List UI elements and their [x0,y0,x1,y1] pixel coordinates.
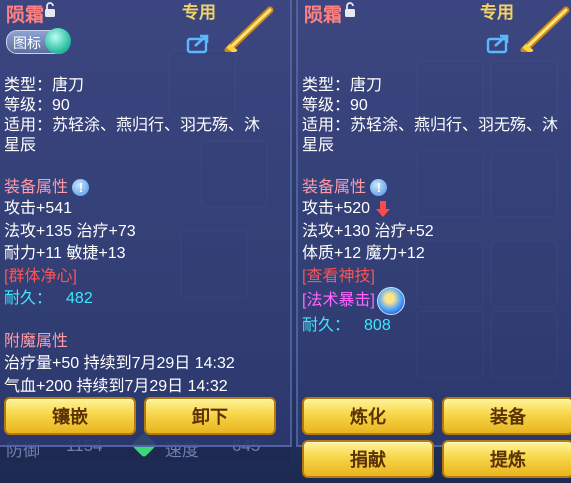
inlay-button[interactable]: 镶嵌 [4,397,136,435]
enchant-line-2: 气血+200 持续到7月29日 14:32 [4,378,228,395]
equip-button[interactable]: 装备 [442,397,571,435]
icon-toggle-label: 图标 [13,35,41,51]
toggle-knob-icon [45,28,71,54]
item-suitable-cont: 星辰 [302,137,335,154]
icon-toggle[interactable]: 图标 [6,28,71,54]
durability-value: 482 [66,290,93,307]
view-divine-skill[interactable]: [查看神技] [302,262,375,286]
item-suitable-cont: 星辰 [4,137,37,154]
enchant-attr-heading: 附魔属性 [4,333,69,350]
item-name: 陨霜 [304,5,343,26]
share-icon[interactable] [486,32,512,54]
durability: 耐久： 808 [302,311,391,335]
equipment-tooltip-current: 陨霜 专用 图标 类型：唐刀 等级：90 适用：苏轻涂、燕归行、羽无殇、沐 星辰… [0,0,292,447]
attack-stat: 攻击+541 [4,200,73,217]
info-icon[interactable]: ! [72,179,90,197]
attack-stat: 攻击+520 [302,194,390,218]
item-suitable: 适用：苏轻涂、燕归行、羽无殇、沐 [302,117,559,134]
magic-heal-stat: 法攻+135 治疗+73 [4,223,136,240]
spell-crit-skill: [法术暴击] [302,292,375,309]
share-icon[interactable] [186,32,212,54]
durability-label: 耐久： [4,290,53,307]
item-suitable: 适用：苏轻涂、燕归行、羽无殇、沐 [4,117,261,134]
durability-label: 耐久： [302,317,351,334]
arrow-down-icon [375,200,390,217]
durability: 耐久： 482 [4,284,93,308]
enchant-line-1: 治疗量+50 持续到7月29日 14:32 [4,355,235,372]
unequip-button[interactable]: 卸下 [144,397,276,435]
lock-icon [45,2,55,17]
item-name: 陨霜 [6,5,45,26]
tang-blade-icon [520,6,570,52]
constitution-magic-stat: 体质+12 魔力+12 [302,245,425,262]
special-skill: [群体净心] [4,268,77,285]
tang-blade-icon [224,6,274,52]
extract-button[interactable]: 提炼 [442,440,571,478]
item-tag: 专用 [480,3,514,22]
item-tag: 专用 [182,3,216,22]
donate-button[interactable]: 捐献 [302,440,434,478]
stamina-agility-stat: 耐力+11 敏捷+13 [4,245,126,262]
lock-icon [345,2,355,17]
durability-value: 808 [364,317,391,334]
equipment-tooltip-compare: 陨霜 专用 类型：唐刀 等级：90 适用：苏轻涂、燕归行、羽无殇、沐 星辰 装备… [296,0,571,478]
refine-button[interactable]: 炼化 [302,397,434,435]
attack-stat-text: 攻击+520 [302,200,371,217]
magic-heal-stat: 法攻+130 治疗+52 [302,223,434,240]
